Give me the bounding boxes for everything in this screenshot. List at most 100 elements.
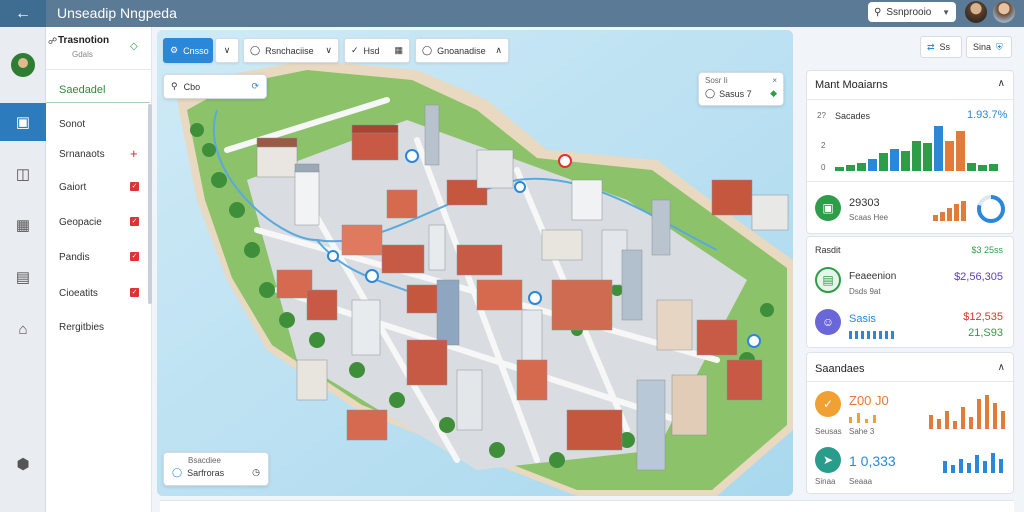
toolbar-button-primary[interactable]: ⚙ Cnsso <box>163 38 213 63</box>
chart-bar <box>868 159 877 171</box>
sidebar-item[interactable]: Geopacie <box>59 217 102 228</box>
right-toolbar-button[interactable]: ⇄ Ss <box>920 36 962 58</box>
chart-icon: ▤ <box>815 267 841 293</box>
sidebar-item[interactable]: Gaiort <box>59 182 86 193</box>
sidebar-subtitle: Gdals <box>72 50 93 59</box>
layers-icon: ◯ <box>422 45 433 55</box>
sidebar-title: Trasnotion <box>58 35 110 46</box>
row-label: Seusas <box>815 427 842 436</box>
info-chip-label: Sasus 7 <box>719 88 752 99</box>
toolbar-chevron-button[interactable]: ∨ <box>215 38 239 63</box>
filter-icon: ⚙ <box>170 45 179 55</box>
marker-icon[interactable]: ✓ <box>130 288 139 297</box>
right-toolbar-button[interactable]: Sina ⛨ <box>966 36 1012 58</box>
check-icon: ◇ <box>130 41 138 52</box>
chevron-up-icon[interactable]: ∧ <box>998 78 1005 89</box>
transfer-icon: ⇄ <box>927 41 935 52</box>
back-button[interactable]: ← <box>0 0 46 27</box>
chart-bar <box>989 164 998 171</box>
divider <box>807 181 1015 182</box>
chart-bar <box>912 141 921 171</box>
divider <box>807 381 1015 382</box>
close-icon[interactable]: × <box>772 76 777 85</box>
layers-icon: ◫ <box>15 166 31 183</box>
location-icon: ◯ <box>705 88 716 98</box>
plus-icon[interactable]: + <box>130 146 138 161</box>
metric-bar-chart <box>835 125 1007 171</box>
map-info-chip[interactable]: Sosr Ii × ◯ Sasus 7 ◆ <box>698 72 784 106</box>
avatar[interactable] <box>965 1 987 23</box>
panel-title: Rasdit <box>815 245 841 255</box>
marker-icon[interactable]: ✓ <box>130 217 139 226</box>
summary-panel: Saandaes ∧ ✓ Z00 J0 Seusas Sahe 3 ➤ 1 0,… <box>806 352 1015 494</box>
sidebar-section-title[interactable]: Saedadel <box>59 84 106 96</box>
chevron-down-icon: ∨ <box>325 45 332 55</box>
avatar-secondary[interactable] <box>993 1 1015 23</box>
app-title: Unseadip Nngpeda <box>57 5 177 21</box>
route-icon: ◯ <box>250 45 261 55</box>
toolbar-label: Hsd <box>363 45 380 56</box>
donut-chart <box>977 195 1005 223</box>
panel-title-value: $3 25ss <box>971 245 1003 255</box>
search-dropdown[interactable]: ⚲ Ssnprooio ▼ <box>868 2 956 22</box>
navigation-icon: ➤ <box>815 447 841 473</box>
chart-bar <box>901 151 910 171</box>
user-avatar[interactable] <box>11 53 35 77</box>
rail-home-button[interactable]: ⌂ <box>0 310 46 348</box>
chart-bar <box>978 165 987 171</box>
icon-rail: ▣ ◫ ▦ ▤ ⌂ ⬢ <box>0 27 46 512</box>
stat-label: Scaas Hee <box>849 213 889 222</box>
chart-icon: ▤ <box>15 269 31 286</box>
rail-chart-button[interactable]: ▤ <box>0 258 46 296</box>
panel-title: Mant Moaiarns <box>815 79 888 91</box>
marker-icon[interactable]: ✓ <box>130 182 139 191</box>
toolbar-button[interactable]: ◯ Gnoanadise ∧ <box>415 38 509 63</box>
chevron-up-icon[interactable]: ∧ <box>998 362 1005 373</box>
info-chip-title: Sosr Ii <box>705 76 728 85</box>
toolbar-label: Cnsso <box>183 45 209 56</box>
map-search-label: Cbo <box>183 81 201 92</box>
sidebar-item[interactable]: Pandis <box>59 252 90 263</box>
chart-bar <box>945 141 954 171</box>
check-icon: ✓ <box>351 45 359 55</box>
rail-layers-button[interactable]: ◫ <box>0 155 46 193</box>
map-view[interactable]: ⚙ Cnsso ∨ ◯ Rsnchaciise ∨ ✓ Hsd ▦ ◯ Gnoa… <box>157 30 793 496</box>
map-legend-chip[interactable]: Bsacdiee ◯ Sarfroras ◷ <box>163 452 269 486</box>
divider <box>46 102 150 103</box>
transit-icon: ☍ <box>48 36 58 46</box>
map-icon: ▣ <box>15 114 31 131</box>
toolbar-label: Gnoanadise <box>437 45 486 56</box>
marker-icon[interactable]: ✓ <box>130 252 139 261</box>
revenue-panel: Rasdit $3 25ss ▤ Feaeenion Dsds 9at $2,5… <box>806 236 1014 348</box>
mini-bar-chart <box>849 331 894 339</box>
sidebar-item[interactable]: Rergitbies <box>59 322 104 333</box>
sidebar-item[interactable]: Srnanaots <box>59 149 105 160</box>
toolbar-button[interactable]: ✓ Hsd ▦ <box>344 38 410 63</box>
sidebar: ☍ Trasnotion Gdals ◇ Saedadel Sonot Srna… <box>46 27 152 512</box>
home-icon: ⌂ <box>18 320 28 338</box>
chart-bar <box>857 163 866 171</box>
map-search-chip[interactable]: ⚲ Cbo ⟳ <box>163 74 267 99</box>
status-icon: ◆ <box>770 88 777 98</box>
rail-settings-button[interactable]: ⬢ <box>0 445 46 483</box>
chart-bar <box>890 149 899 171</box>
document-icon: ▣ <box>815 195 841 221</box>
toolbar-button[interactable]: ◯ Rsnchaciise ∨ <box>243 38 339 63</box>
chevron-down-icon: ▼ <box>942 7 950 17</box>
row-subtitle: Dsds 9at <box>849 287 881 296</box>
axis-label: 0 <box>821 163 826 172</box>
sidebar-item[interactable]: Cioeatits <box>59 288 98 299</box>
sidebar-item[interactable]: Sonot <box>59 119 85 130</box>
row-label: Sahe 3 <box>849 427 875 436</box>
status-bar <box>160 500 1014 512</box>
user-icon: ☺ <box>815 309 841 335</box>
rail-building-button[interactable]: ▦ <box>0 206 46 244</box>
axis-label: 2 <box>821 141 826 150</box>
legend-title: Bsacdiee <box>188 456 221 465</box>
scrollbar[interactable] <box>148 104 152 304</box>
row-title: Sasis <box>849 313 876 325</box>
rail-map-button[interactable]: ▣ <box>0 103 46 141</box>
chart-bar <box>923 143 932 171</box>
row-value: $2,56,305 <box>954 271 1003 283</box>
divider <box>807 99 1015 100</box>
